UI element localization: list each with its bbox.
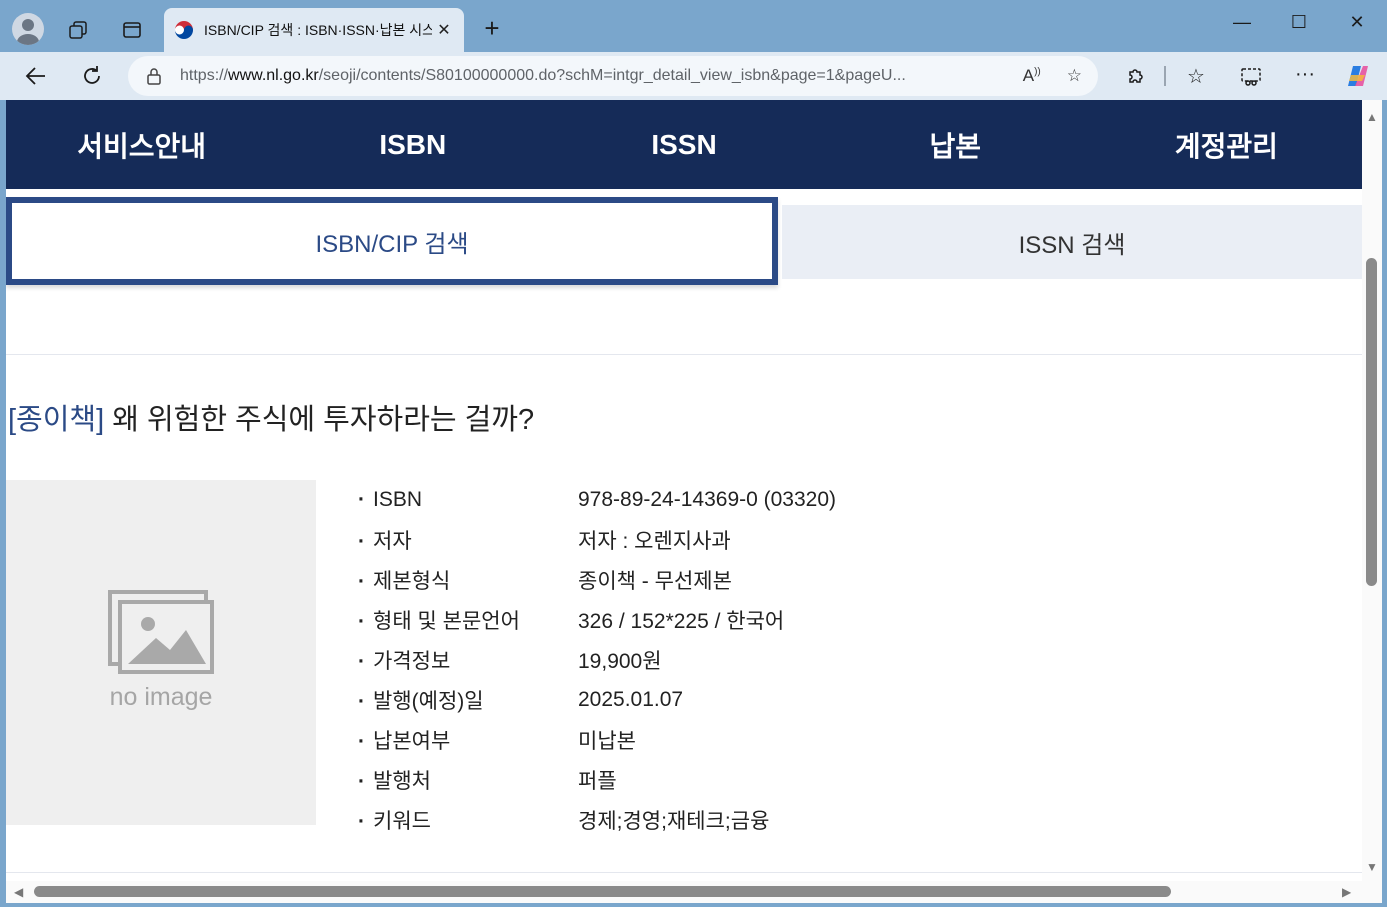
lock-icon[interactable]	[146, 67, 162, 85]
close-window-button[interactable]: ✕	[1334, 12, 1380, 33]
book-title: [종이책] 왜 위험한 주식에 투자하라는 걸까?	[8, 396, 534, 438]
new-tab-button[interactable]: +	[478, 13, 506, 43]
detail-label: 키워드	[358, 805, 578, 835]
tab-isbn-cip-search[interactable]: ISBN/CIP 검색	[6, 197, 778, 285]
top-navigation-menu: 서비스안내 ISBN ISSN 납본 계정관리	[6, 100, 1362, 189]
detail-row-price: 가격정보 19,900원	[358, 640, 662, 680]
more-menu-icon[interactable]: ···	[1292, 62, 1318, 86]
menu-account[interactable]: 계정관리	[1091, 100, 1362, 189]
detail-value: 326 / 152*225 / 한국어	[578, 610, 785, 633]
scroll-right-arrow-icon[interactable]: ▶	[1342, 885, 1351, 899]
detail-label: 발행(예정)일	[358, 685, 578, 715]
detail-label: ISBN	[358, 488, 578, 512]
tab-title: ISBN/CIP 검색 : ISBN·ISSN·납본 시스템	[204, 22, 432, 38]
extensions-icon[interactable]	[1124, 64, 1148, 88]
section-divider	[6, 872, 1362, 873]
browser-tab-bar: ISBN/CIP 검색 : ISBN·ISSN·납본 시스템 ✕ + — ☐ ✕	[0, 0, 1387, 52]
detail-label: 발행처	[358, 765, 578, 795]
no-image-icon	[108, 590, 214, 674]
no-image-label: no image	[109, 683, 213, 711]
page-viewport: 서비스안내 ISBN ISSN 납본 계정관리 ISBN/CIP 검색 ISSN…	[6, 100, 1382, 903]
url-prefix: https://	[180, 67, 229, 84]
address-bar[interactable]: https://www.nl.go.kr/seoji/contents/S801…	[128, 56, 1098, 96]
detail-row-author: 저자 저자 : 오렌지사과	[358, 520, 731, 560]
detail-value: 미납본	[578, 730, 636, 753]
favorite-star-icon[interactable]: ☆	[1067, 66, 1082, 86]
favorites-icon[interactable]: ☆	[1184, 64, 1208, 88]
detail-row-isbn: ISBN 978-89-24-14369-0 (03320)	[358, 480, 836, 520]
detail-row-binding: 제본형식 종이책 - 무선제본	[358, 560, 732, 600]
workspaces-icon[interactable]	[64, 16, 92, 44]
horizontal-scrollbar-thumb[interactable]	[34, 886, 1171, 897]
detail-value: 2025.01.07	[578, 688, 684, 711]
maximize-button[interactable]: ☐	[1276, 12, 1322, 33]
detail-value: 경제;경영;재테크;금융	[578, 810, 770, 833]
search-tabs: ISBN/CIP 검색 ISSN 검색	[6, 197, 1362, 285]
browser-tab-active[interactable]: ISBN/CIP 검색 : ISBN·ISSN·납본 시스템 ✕	[164, 8, 464, 52]
detail-row-deposit-status: 납본여부 미납본	[358, 720, 636, 760]
vertical-scrollbar-thumb[interactable]	[1366, 258, 1377, 586]
detail-row-format-language: 형태 및 본문언어 326 / 152*225 / 한국어	[358, 600, 784, 640]
detail-label: 제본형식	[358, 565, 578, 595]
profile-avatar-icon[interactable]	[12, 13, 44, 45]
scroll-left-arrow-icon[interactable]: ◀	[14, 885, 23, 899]
detail-value: 퍼플	[578, 770, 617, 793]
book-kind-badge: [종이책]	[8, 404, 105, 436]
read-aloud-icon[interactable]: A))	[1023, 66, 1041, 86]
url-host: www.nl.go.kr	[228, 67, 319, 84]
url-path: /seoji/contents/S80100000000.do?schM=int…	[318, 67, 906, 84]
browser-toolbar: https://www.nl.go.kr/seoji/contents/S801…	[0, 52, 1387, 100]
screenshot-icon[interactable]	[1238, 64, 1264, 88]
detail-value: 종이책 - 무선제본	[578, 570, 732, 593]
reload-icon[interactable]	[78, 64, 106, 88]
menu-service-info[interactable]: 서비스안내	[6, 100, 277, 189]
menu-deposit[interactable]: 납본	[820, 100, 1091, 189]
detail-label: 납본여부	[358, 725, 578, 755]
copilot-icon[interactable]	[1344, 62, 1372, 90]
tab-issn-search[interactable]: ISSN 검색	[782, 205, 1362, 279]
detail-label: 가격정보	[358, 645, 578, 675]
site-favicon-icon	[175, 21, 193, 39]
menu-isbn[interactable]: ISBN	[277, 100, 548, 189]
detail-value: 저자 : 오렌지사과	[578, 530, 731, 553]
detail-value: 978-89-24-14369-0 (03320)	[578, 488, 837, 511]
detail-row-publisher: 발행처 퍼플	[358, 760, 617, 800]
detail-label: 형태 및 본문언어	[358, 605, 578, 635]
tab-actions-icon[interactable]	[118, 16, 146, 44]
back-arrow-icon[interactable]	[22, 64, 50, 88]
minimize-button[interactable]: —	[1219, 12, 1265, 33]
book-title-text: 왜 위험한 주식에 투자하라는 걸까?	[112, 404, 535, 436]
scroll-down-arrow-icon[interactable]: ▼	[1366, 860, 1378, 874]
detail-row-publish-date: 발행(예정)일 2025.01.07	[358, 680, 683, 720]
tab-close-icon[interactable]: ✕	[434, 20, 454, 40]
url-text[interactable]: https://www.nl.go.kr/seoji/contents/S801…	[180, 67, 980, 85]
detail-label: 저자	[358, 525, 578, 555]
toolbar-divider	[1164, 66, 1166, 86]
scroll-up-arrow-icon[interactable]: ▲	[1366, 110, 1378, 124]
detail-row-keywords: 키워드 경제;경영;재테크;금융	[358, 800, 769, 840]
section-divider	[6, 354, 1362, 355]
menu-issn[interactable]: ISSN	[548, 100, 819, 189]
book-cover-placeholder: no image	[6, 480, 316, 825]
detail-value: 19,900원	[578, 650, 662, 673]
